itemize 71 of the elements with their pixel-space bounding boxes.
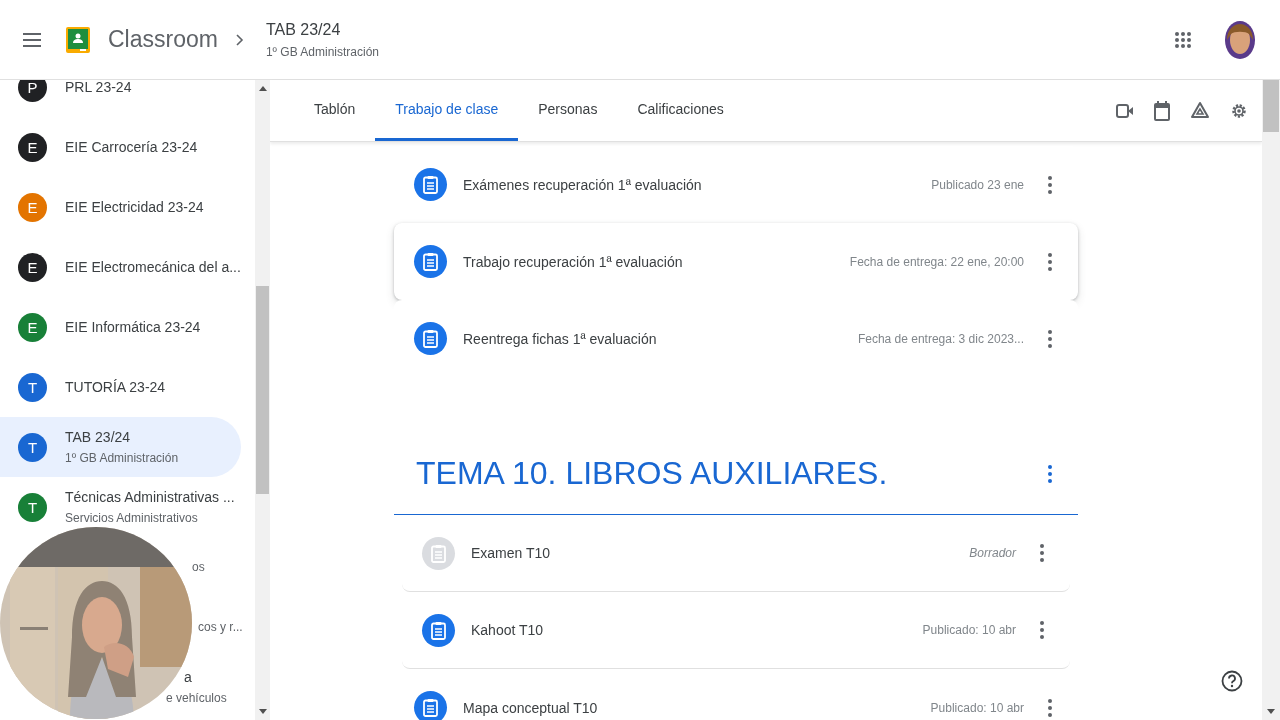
- avatar-icon[interactable]: [1224, 19, 1256, 60]
- class-name: TUTORÍA 23-24: [65, 379, 166, 395]
- item-title: Reentrega fichas 1ª evaluación: [463, 330, 657, 347]
- drive-icon[interactable]: [1190, 101, 1210, 120]
- class-name: EIE Electricidad 23-24: [65, 199, 204, 215]
- scroll-down-icon[interactable]: [258, 709, 267, 714]
- class-name: EIE Informática 23-24: [65, 319, 201, 335]
- class-name: Técnicas Administrativas ...: [65, 489, 235, 505]
- tab[interactable]: Calificaciones: [617, 80, 744, 141]
- class-item[interactable]: E EIE Informática 23-24: [0, 297, 241, 357]
- class-avatar: T: [18, 372, 47, 402]
- class-name: a: [184, 669, 193, 685]
- chevron-right-icon: [235, 33, 244, 46]
- assignment-icon: [423, 329, 438, 348]
- item-title: Examen T10: [471, 545, 551, 561]
- class-subtitle: Servicios Administrativos: [65, 511, 199, 525]
- classwork-item[interactable]: Trabajo recuperación 1ª evaluación Fecha de entrega: 22 ene, 20:00: [394, 223, 1078, 300]
- item-status: Fecha de entrega: 3 dic 2023...: [857, 331, 1024, 346]
- class-title: TAB 23/24: [265, 20, 342, 39]
- class-subtitle: os: [192, 560, 205, 574]
- item-title: Kahoot T10: [471, 622, 544, 638]
- class-name: EIE Electromecánica del a...: [65, 259, 241, 275]
- item-status: Borrador: [969, 546, 1016, 560]
- item-status: Fecha de entrega: 22 ene, 20:00: [849, 254, 1024, 269]
- class-avatar: T: [18, 492, 47, 522]
- app-name[interactable]: Classroom: [108, 26, 218, 53]
- scrollbar-thumb[interactable]: [1263, 80, 1279, 132]
- settings-icon[interactable]: [1230, 101, 1248, 120]
- tab[interactable]: Trabajo de clase: [375, 80, 519, 141]
- assignment-icon: [431, 543, 446, 563]
- class-avatar: T: [18, 432, 47, 462]
- calendar-icon[interactable]: [1154, 100, 1170, 121]
- class-avatar: E: [18, 192, 47, 222]
- class-subtitle: 1º GB Administración: [265, 44, 380, 59]
- class-item[interactable]: T Técnicas Administrativas ... Servicios Administrativos: [0, 477, 241, 537]
- class-item[interactable]: E EIE Carrocería 23-24: [0, 117, 241, 177]
- assignment-icon: [423, 175, 438, 194]
- classroom-logo-icon: [66, 26, 90, 53]
- class-avatar: E: [18, 132, 47, 162]
- apps-grid-icon[interactable]: [1174, 30, 1192, 49]
- item-status: Publicado: 10 abr: [930, 700, 1024, 715]
- class-item[interactable]: E EIE Electromecánica del a...: [0, 237, 241, 297]
- scrollbar-thumb[interactable]: [256, 286, 269, 494]
- scroll-down-icon[interactable]: [1267, 709, 1275, 714]
- item-title: Mapa conceptual T10: [463, 699, 598, 716]
- item-title: Trabajo recuperación 1ª evaluación: [463, 253, 683, 270]
- item-title: Exámenes recuperación 1ª evaluación: [463, 176, 702, 193]
- class-item[interactable]: T TAB 23/24 1º GB Administración: [0, 417, 241, 477]
- assignment-icon: [423, 252, 438, 271]
- class-name: PRL 23-24: [65, 80, 132, 95]
- class-avatar: E: [18, 312, 47, 342]
- class-subtitle: 1º GB Administración: [65, 451, 179, 465]
- item-status: Publicado: 10 abr: [922, 623, 1016, 637]
- class-item[interactable]: P PRL 23-24: [0, 80, 241, 117]
- assignment-icon: [431, 620, 446, 640]
- class-name: EIE Carrocería 23-24: [65, 139, 198, 155]
- tab[interactable]: Tablón: [294, 80, 376, 141]
- tab[interactable]: Personas: [518, 80, 618, 141]
- class-avatar: E: [18, 252, 47, 282]
- item-status: Publicado 23 ene: [931, 177, 1024, 192]
- assignment-icon: [423, 698, 438, 717]
- class-item[interactable]: T TUTORÍA 23-24: [0, 357, 241, 417]
- class-item[interactable]: E EIE Electricidad 23-24: [0, 177, 241, 237]
- help-icon[interactable]: [1221, 670, 1243, 692]
- topic-title: TEMA 10. LIBROS AUXILIARES.: [416, 455, 888, 492]
- class-avatar: P: [18, 80, 47, 102]
- video-camera-icon[interactable]: [1116, 102, 1134, 119]
- class-name: TAB 23/24: [65, 429, 132, 445]
- class-subtitle: cos y r...: [198, 620, 241, 634]
- scroll-up-icon[interactable]: [258, 86, 267, 91]
- class-subtitle: e vehículos: [166, 691, 227, 705]
